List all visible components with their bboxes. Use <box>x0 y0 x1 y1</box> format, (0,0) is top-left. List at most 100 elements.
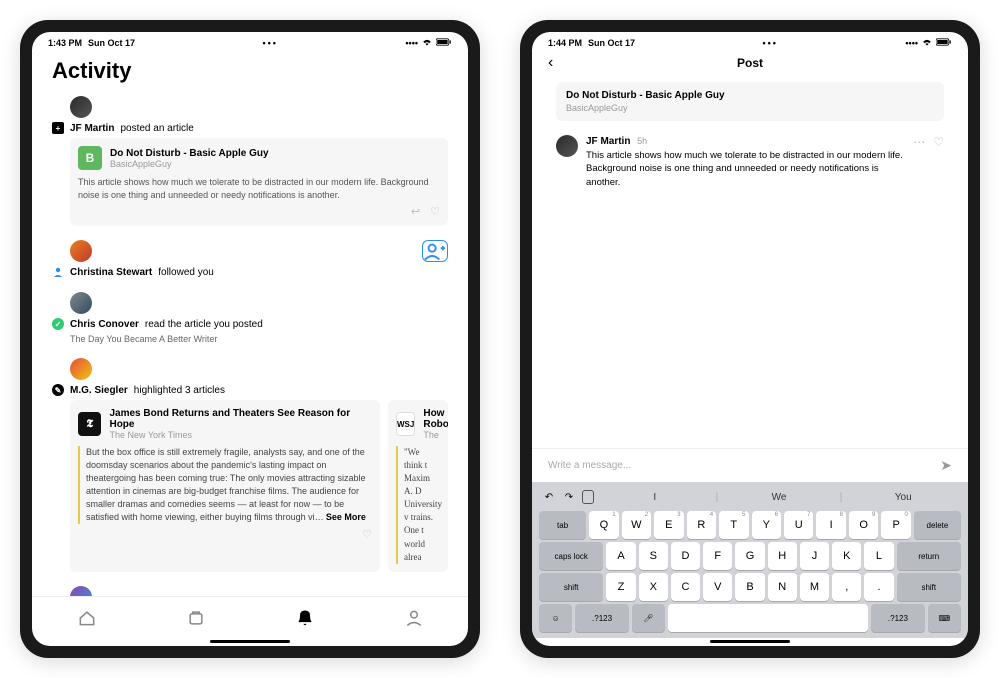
tab-library[interactable] <box>186 608 206 628</box>
follow-button[interactable] <box>422 240 448 262</box>
suggestion[interactable]: I <box>600 492 710 503</box>
key-delete[interactable]: delete <box>914 511 961 539</box>
key[interactable]: , <box>832 573 861 601</box>
key[interactable]: L <box>864 542 893 570</box>
highlight-card[interactable]: 𝕿 James Bond Returns and Theaters See Re… <box>70 400 380 571</box>
activity-item[interactable]: ✓ Chris Conover read the article you pos… <box>52 292 448 344</box>
avatar[interactable] <box>70 240 92 262</box>
ipad-left: 1:43 PM Sun Oct 17 ••• •••• Activity <box>20 20 480 658</box>
undo-icon[interactable]: ↶ <box>542 490 556 504</box>
suggestion[interactable]: You <box>848 492 958 503</box>
key[interactable]: N <box>768 573 797 601</box>
activity-user: JF Martin <box>70 123 114 134</box>
key[interactable]: Z <box>606 573 635 601</box>
key[interactable]: F <box>703 542 732 570</box>
activity-item[interactable]: Christina Stewart followed you <box>52 240 448 278</box>
avatar[interactable] <box>70 358 92 380</box>
key[interactable]: 4R <box>687 511 716 539</box>
key[interactable]: J <box>800 542 829 570</box>
activity-user: Chris Conover <box>70 319 139 330</box>
see-more-link[interactable]: See More <box>326 512 366 522</box>
avatar[interactable] <box>70 96 92 118</box>
avatar[interactable] <box>70 292 92 314</box>
screen-left: 1:43 PM Sun Oct 17 ••• •••• Activity <box>32 32 468 646</box>
article-source: The <box>423 430 448 440</box>
suggestion[interactable]: We <box>724 492 834 503</box>
avatar[interactable] <box>556 135 578 157</box>
key-shift[interactable]: shift <box>539 573 603 601</box>
key[interactable]: G <box>735 542 764 570</box>
battery-icon <box>436 38 452 48</box>
post-text: This article shows how much we tolerate … <box>586 149 905 189</box>
tab-profile[interactable] <box>404 608 424 628</box>
highlight-quote: "We think t Maxim A. D University v trai… <box>396 446 440 563</box>
heart-icon[interactable]: ♡ <box>362 528 372 541</box>
activity-item[interactable]: Francesca Camahort , and 1 other followe… <box>52 586 448 596</box>
activity-user: Christina Stewart <box>70 267 152 278</box>
key[interactable]: 7U <box>784 511 813 539</box>
key-row-4: ☺ .?123 🎤︎ .?123 ⌨ <box>536 604 964 632</box>
key[interactable]: A <box>606 542 635 570</box>
activity-item[interactable]: ✎ M.G. Siegler highlighted 3 articles 𝕿 … <box>52 358 448 571</box>
key-tab[interactable]: tab <box>539 511 586 539</box>
home-indicator[interactable] <box>710 640 790 643</box>
key[interactable]: M <box>800 573 829 601</box>
post-author[interactable]: JF Martin <box>586 136 630 147</box>
redo-icon[interactable]: ↷ <box>562 490 576 504</box>
key[interactable]: 3E <box>654 511 683 539</box>
key[interactable]: 0P <box>881 511 910 539</box>
key[interactable]: V <box>703 573 732 601</box>
post-article-title: Do Not Disturb - Basic Apple Guy <box>566 90 934 101</box>
reply-icon[interactable]: ↩ <box>411 205 420 218</box>
heart-icon[interactable]: ♡ <box>933 135 944 189</box>
key[interactable]: X <box>639 573 668 601</box>
key[interactable]: D <box>671 542 700 570</box>
key[interactable]: 5T <box>719 511 748 539</box>
status-date: Sun Oct 17 <box>88 38 135 48</box>
compose-bar: Write a message... ➤ <box>532 448 968 482</box>
multitask-dots[interactable]: ••• <box>262 38 277 48</box>
heart-icon[interactable]: ♡ <box>430 205 440 218</box>
key[interactable]: C <box>671 573 700 601</box>
key-return[interactable]: return <box>897 542 961 570</box>
highlight-card-side[interactable]: WSJ How Robo The "We think t Maxim A. D … <box>388 400 448 571</box>
key-space[interactable] <box>668 604 868 632</box>
article-card[interactable]: B Do Not Disturb - Basic Apple Guy Basic… <box>70 138 448 226</box>
key[interactable]: B <box>735 573 764 601</box>
back-button[interactable]: ‹ <box>548 54 553 72</box>
activity-subtitle: The Day You Became A Better Writer <box>70 334 448 344</box>
key[interactable]: 1Q <box>589 511 618 539</box>
key-emoji[interactable]: ☺ <box>539 604 572 632</box>
activity-feed[interactable]: + JF Martin posted an article B Do Not D… <box>32 96 468 596</box>
key[interactable]: 6Y <box>752 511 781 539</box>
activity-item[interactable]: + JF Martin posted an article B Do Not D… <box>52 96 448 226</box>
tab-home[interactable] <box>77 608 97 628</box>
key-dismiss-keyboard[interactable]: ⌨ <box>928 604 961 632</box>
nav-title: Post <box>737 56 763 70</box>
multitask-dots[interactable]: ••• <box>762 38 777 48</box>
send-icon[interactable]: ➤ <box>940 457 952 474</box>
key[interactable]: K <box>832 542 861 570</box>
key[interactable]: 8I <box>816 511 845 539</box>
key-shift[interactable]: shift <box>897 573 961 601</box>
highlight-quote: But the box office is still extremely fr… <box>78 446 372 524</box>
key-mic[interactable]: 🎤︎ <box>632 604 665 632</box>
avatar[interactable] <box>70 586 92 596</box>
key-capslock[interactable]: caps lock <box>539 542 603 570</box>
clipboard-icon[interactable] <box>582 490 594 504</box>
key-numeric[interactable]: .?123 <box>575 604 628 632</box>
key[interactable]: S <box>639 542 668 570</box>
post-article-card[interactable]: Do Not Disturb - Basic Apple Guy BasicAp… <box>556 82 944 121</box>
key[interactable]: 2W <box>622 511 651 539</box>
key-numeric[interactable]: .?123 <box>871 604 924 632</box>
wifi-icon <box>921 38 933 49</box>
ipad-right: 1:44 PM Sun Oct 17 ••• •••• ‹ Post Do No… <box>520 20 980 658</box>
tab-activity[interactable] <box>295 608 315 628</box>
home-indicator[interactable] <box>210 640 290 643</box>
key[interactable]: H <box>768 542 797 570</box>
key[interactable]: 9O <box>849 511 878 539</box>
wsj-thumb-icon: WSJ <box>396 412 415 436</box>
compose-input[interactable]: Write a message... <box>548 460 932 471</box>
more-icon[interactable]: ⋯ <box>913 135 925 189</box>
key[interactable]: . <box>864 573 893 601</box>
